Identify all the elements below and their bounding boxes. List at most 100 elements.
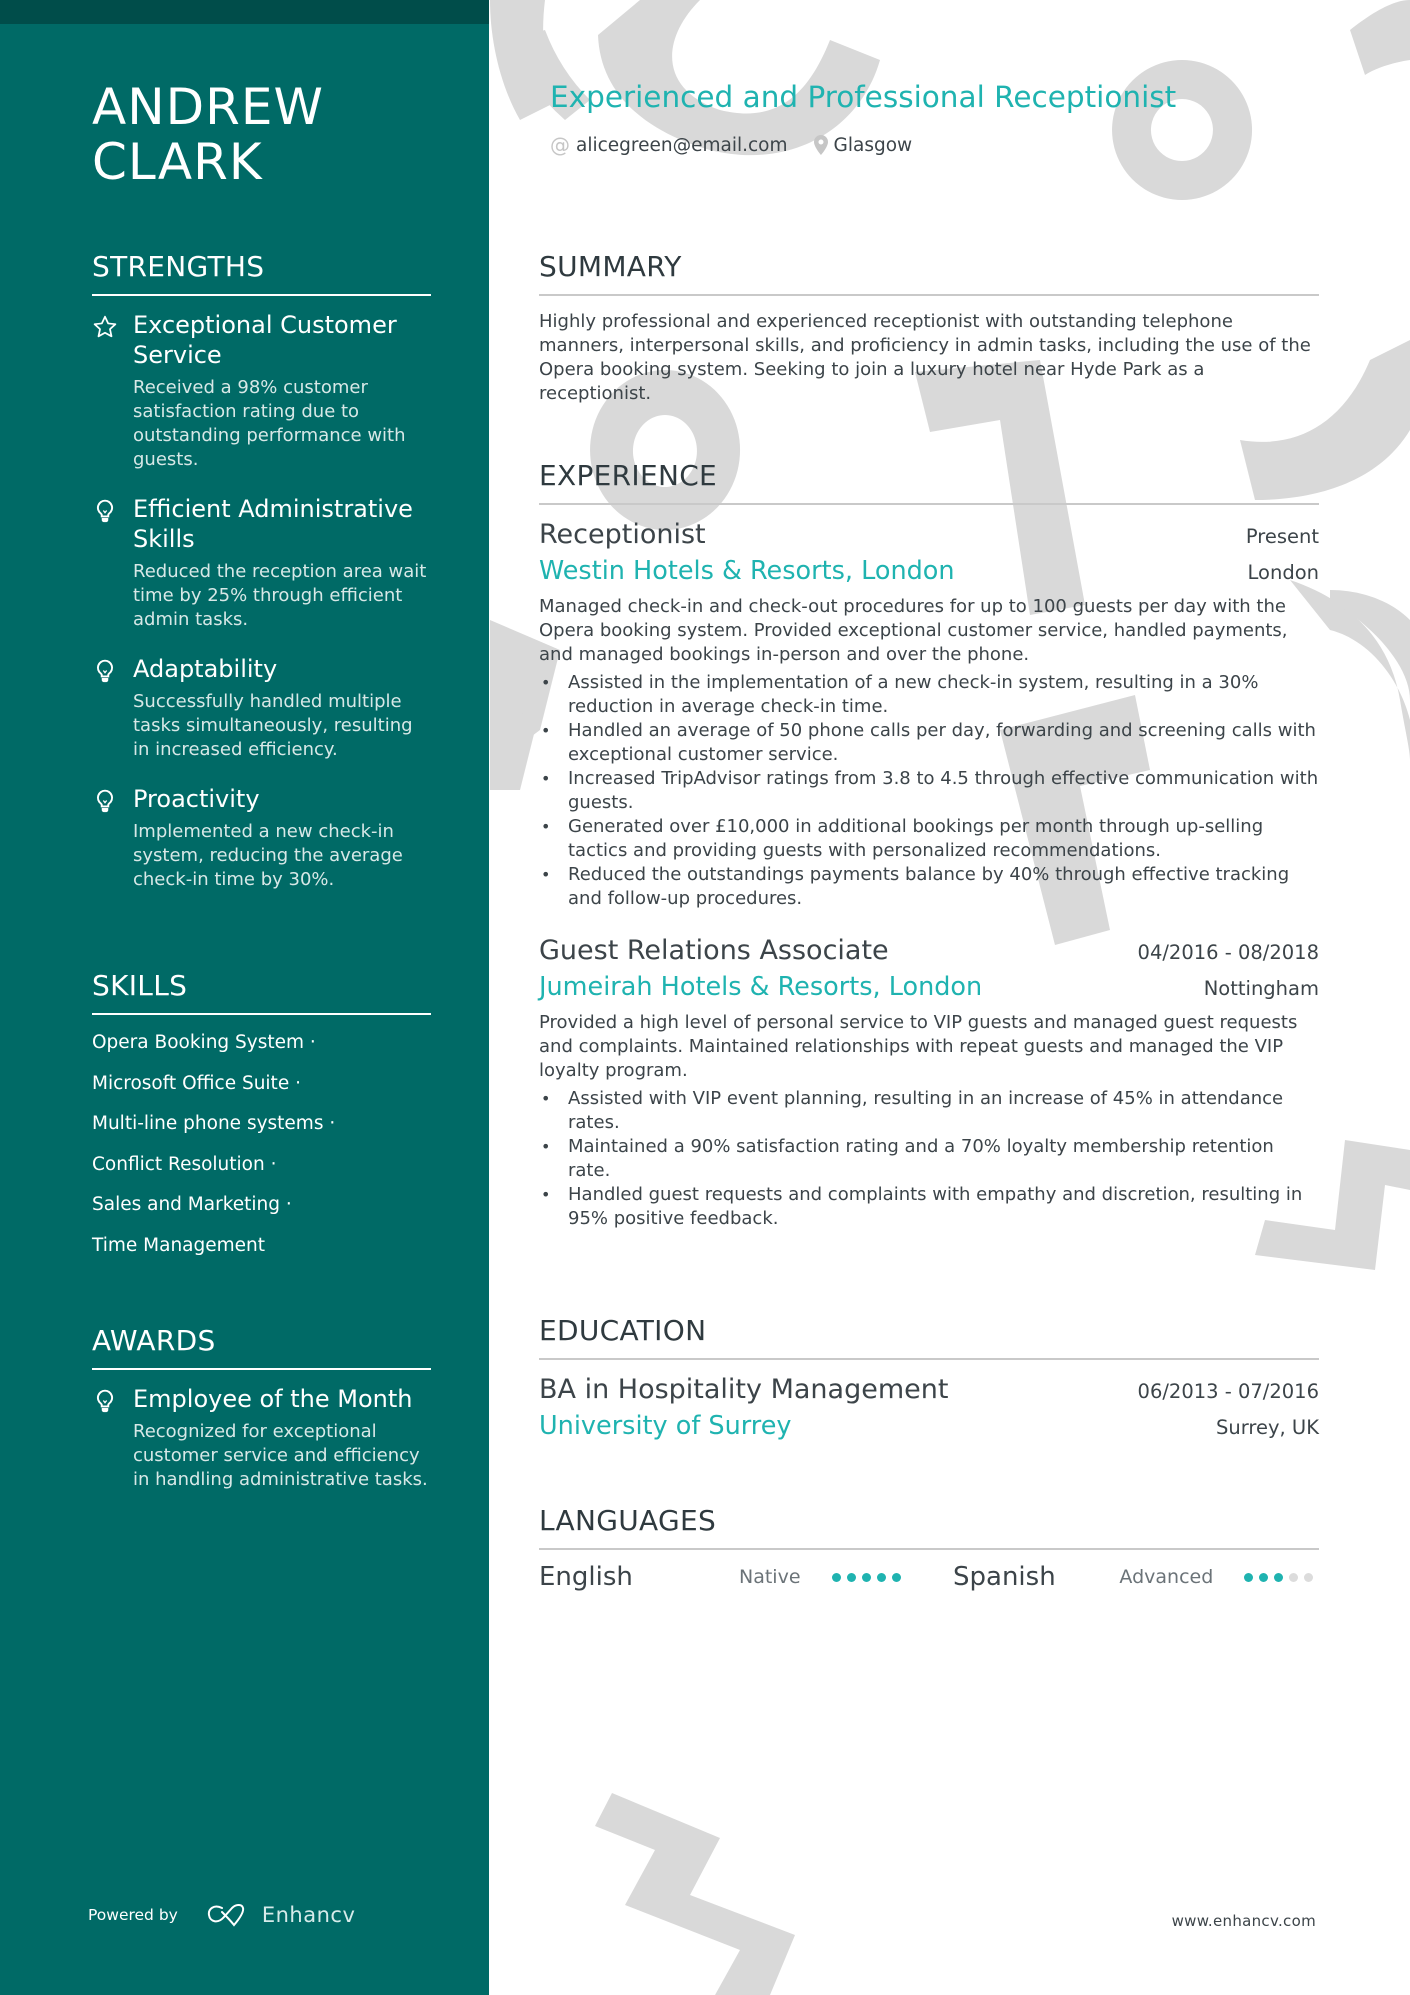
- strength-title: Efficient Administrative Skills: [133, 495, 413, 553]
- job-achievements: Assisted in the implementation of a new …: [539, 671, 1319, 911]
- summary-heading: SUMMARY: [539, 250, 1319, 296]
- job-location: London: [1247, 561, 1319, 584]
- education-date: 06/2013 - 07/2016: [1137, 1380, 1319, 1403]
- rating-dot-empty: [1289, 1572, 1298, 1582]
- job-description: Provided a high level of personal servic…: [539, 1012, 1298, 1081]
- enhancv-logo-icon: [207, 1904, 244, 1927]
- education-heading: EDUCATION: [539, 1314, 1319, 1360]
- achievement-item: Maintained a 90% satisfaction rating and…: [539, 1135, 1319, 1183]
- education-school-row: University of Surrey Surrey, UK: [539, 1408, 1319, 1444]
- name-first: ANDREW: [92, 78, 324, 136]
- skill-item: Time Management: [92, 1234, 266, 1256]
- strength-item: Exceptional Customer Service Received a …: [92, 310, 431, 472]
- contact-location: Glasgow: [813, 134, 913, 156]
- summary-section: SUMMARY Highly professional and experien…: [539, 250, 1319, 406]
- education-title-row: BA in Hospitality Management 06/2013 - 0…: [539, 1372, 1319, 1408]
- language-item: Spanish Advanced: [953, 1562, 1319, 1592]
- job-achievements: Assisted with VIP event planning, result…: [539, 1087, 1319, 1231]
- strength-description: Received a 98% customer satisfaction rat…: [133, 377, 406, 470]
- rating-dot-filled: [1274, 1572, 1283, 1582]
- decor-zigzag-bottom: [595, 1793, 795, 1995]
- achievement-item: Assisted with VIP event planning, result…: [539, 1087, 1319, 1135]
- job-date: Present: [1245, 525, 1319, 548]
- awards-section: AWARDS Employee of the Month Recognized …: [92, 1324, 431, 1492]
- skill-item: Opera Booking System ·: [92, 1032, 316, 1053]
- headline-title: Experienced and Professional Receptionis…: [550, 80, 1177, 114]
- summary-text: Highly professional and experienced rece…: [539, 311, 1311, 404]
- skills-list: Opera Booking System · Microsoft Office …: [92, 1031, 431, 1274]
- experience-entry: Guest Relations Associate 04/2016 - 08/2…: [539, 933, 1319, 1231]
- enhancv-logo[interactable]: Enhancv: [206, 1902, 356, 1928]
- strength-item: Efficient Administrative Skills Reduced …: [92, 494, 431, 632]
- languages-list: English Native Spanish Advanced: [539, 1562, 1319, 1592]
- job-description: Managed check-in and check-out procedure…: [539, 596, 1288, 665]
- achievement-item: Handled an average of 50 phone calls per…: [539, 719, 1319, 767]
- job-title: Receptionist: [539, 519, 706, 550]
- job-title: Guest Relations Associate: [539, 935, 889, 966]
- language-name: English: [539, 1562, 633, 1592]
- strength-title: Exceptional Customer Service: [133, 311, 397, 369]
- achievement-item: Reduced the outstandings payments balanc…: [539, 863, 1319, 911]
- entry-company-row: Jumeirah Hotels & Resorts, London Nottin…: [539, 969, 1319, 1005]
- achievement-item: Generated over £10,000 in additional boo…: [539, 815, 1319, 863]
- award-title: Employee of the Month: [133, 1385, 413, 1413]
- enhancv-brand-text: Enhancv: [261, 1903, 356, 1927]
- powered-by-label: Powered by: [88, 1906, 178, 1924]
- lightbulb-icon: [96, 789, 114, 813]
- language-item: English Native: [539, 1562, 953, 1592]
- skill-item: Multi-line phone systems ·: [92, 1113, 336, 1134]
- strength-item: Proactivity Implemented a new check-in s…: [92, 784, 431, 892]
- languages-section: LANGUAGES English Native Spanish Advance…: [539, 1504, 1319, 1592]
- achievement-item: Increased TripAdvisor ratings from 3.8 t…: [539, 767, 1319, 815]
- skill-item: Sales and Marketing ·: [92, 1194, 292, 1215]
- language-name: Spanish: [953, 1562, 1056, 1592]
- language-level: Advanced: [1119, 1566, 1214, 1588]
- skills-section: SKILLS Opera Booking System · Microsoft …: [92, 969, 431, 1274]
- strengths-heading: STRENGTHS: [92, 250, 431, 296]
- skills-heading: SKILLS: [92, 969, 431, 1015]
- company-name: Westin Hotels & Resorts, London: [539, 556, 955, 586]
- awards-heading: AWARDS: [92, 1324, 431, 1370]
- experience-heading: EXPERIENCE: [539, 459, 1319, 505]
- contact-info: @ alicegreen@email.com Glasgow: [550, 133, 938, 157]
- website-link[interactable]: www.enhancv.com: [1172, 1912, 1316, 1930]
- entry-title-row: Receptionist Present: [539, 517, 1319, 553]
- experience-entry: Receptionist Present Westin Hotels & Res…: [539, 517, 1319, 911]
- lightbulb-icon: [96, 499, 114, 523]
- decor-arc-top-right: [1350, 0, 1410, 75]
- school-name: University of Surrey: [539, 1411, 792, 1441]
- rating-dot-empty: [1304, 1572, 1313, 1582]
- decor-angle-left: [490, 710, 540, 790]
- language-level: Native: [739, 1566, 801, 1588]
- contact-email[interactable]: @ alicegreen@email.com: [550, 133, 788, 157]
- achievement-item: Assisted in the implementation of a new …: [539, 671, 1319, 719]
- contact-location-text: Glasgow: [833, 134, 913, 156]
- decor-arc-top-middle: [598, 0, 880, 156]
- strength-description: Implemented a new check-in system, reduc…: [133, 821, 403, 890]
- education-entry: BA in Hospitality Management 06/2013 - 0…: [539, 1372, 1319, 1444]
- languages-heading: LANGUAGES: [539, 1504, 1319, 1550]
- strength-title: Proactivity: [133, 785, 260, 813]
- skill-item: Conflict Resolution ·: [92, 1153, 277, 1175]
- job-location: Nottingham: [1203, 977, 1319, 1000]
- sidebar: ANDREW CLARK STRENGTHS Exceptional Custo…: [0, 0, 489, 1995]
- entry-title-row: Guest Relations Associate 04/2016 - 08/2…: [539, 933, 1319, 969]
- sidebar-top-bar: [0, 0, 489, 24]
- strength-item: Adaptability Successfully handled multip…: [92, 654, 431, 762]
- star-icon: [93, 315, 117, 338]
- award-item: Employee of the Month Recognized for exc…: [92, 1384, 431, 1492]
- strength-description: Successfully handled multiple tasks simu…: [133, 691, 413, 760]
- location-pin-icon: [813, 135, 828, 155]
- skill-item: Microsoft Office Suite ·: [92, 1072, 301, 1094]
- degree-title: BA in Hospitality Management: [539, 1374, 949, 1405]
- education-section: EDUCATION BA in Hospitality Management 0…: [539, 1314, 1319, 1444]
- rating-dot-filled: [847, 1572, 856, 1582]
- strength-description: Reduced the reception area wait time by …: [133, 561, 427, 630]
- education-location: Surrey, UK: [1216, 1416, 1319, 1439]
- rating-dot-filled: [1259, 1572, 1268, 1582]
- job-date: 04/2016 - 08/2018: [1137, 941, 1319, 964]
- contact-email-text: alicegreen@email.com: [576, 134, 788, 156]
- rating-dot-filled: [832, 1572, 841, 1582]
- rating-dot-filled: [877, 1572, 886, 1582]
- language-rating: [1244, 1572, 1319, 1582]
